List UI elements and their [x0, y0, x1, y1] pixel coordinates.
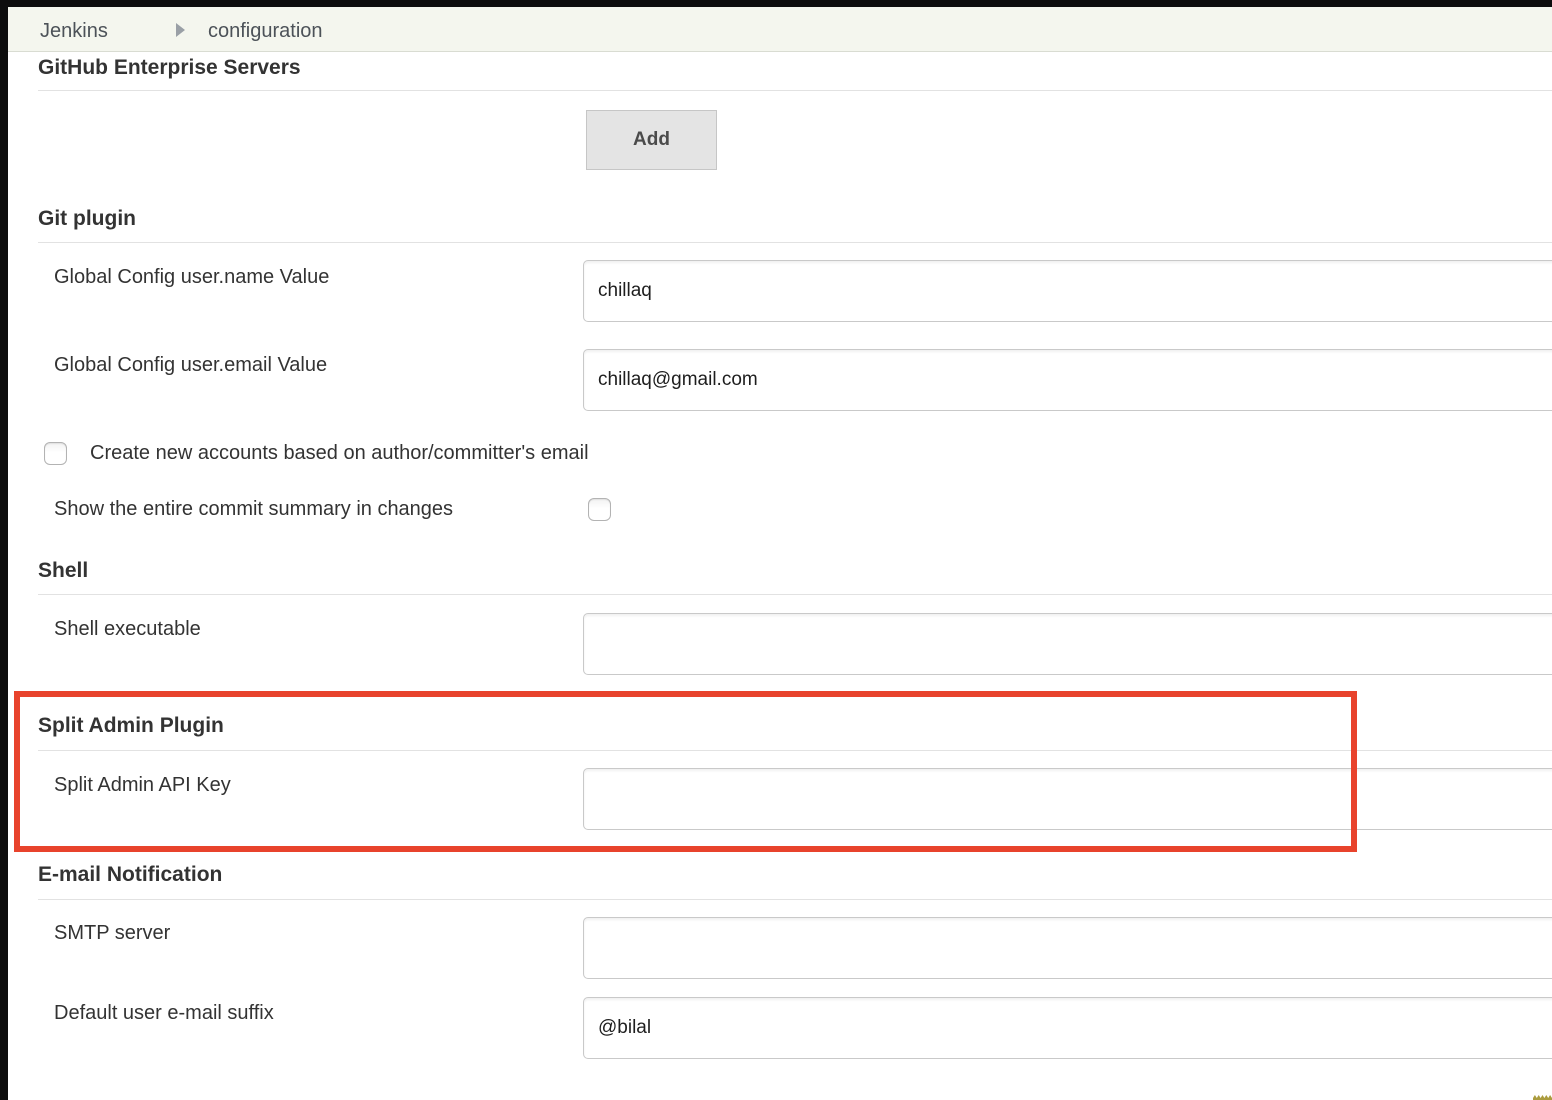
section-divider [38, 90, 1552, 91]
email-notification-title: E-mail Notification [38, 863, 222, 887]
commit-summary-checkbox[interactable] [588, 498, 611, 521]
left-frame-bar [0, 0, 8, 1100]
git-user-name-input[interactable] [583, 260, 1552, 322]
create-accounts-checkbox[interactable] [44, 442, 67, 465]
section-divider [38, 750, 1552, 751]
git-user-email-label: Global Config user.email Value [54, 354, 327, 377]
breadcrumb-item-configuration[interactable]: configuration [208, 20, 323, 43]
breadcrumb: Jenkins configuration [8, 7, 1552, 52]
smtp-server-input[interactable] [583, 917, 1552, 979]
section-divider [38, 242, 1552, 243]
split-admin-api-key-input[interactable] [583, 768, 1552, 830]
shell-executable-input[interactable] [583, 613, 1552, 675]
add-github-server-button[interactable]: Add [586, 110, 717, 170]
github-enterprise-servers-title: GitHub Enterprise Servers [38, 56, 301, 80]
commit-summary-label: Show the entire commit summary in change… [54, 498, 453, 521]
section-divider [38, 899, 1552, 900]
top-frame-bar [0, 0, 1552, 7]
git-plugin-title: Git plugin [38, 207, 136, 231]
default-email-suffix-input[interactable] [583, 997, 1552, 1059]
breadcrumb-item-jenkins[interactable]: Jenkins [40, 20, 108, 43]
split-admin-plugin-title: Split Admin Plugin [38, 714, 224, 738]
shell-executable-label: Shell executable [54, 618, 201, 641]
default-email-suffix-label: Default user e-mail suffix [54, 1002, 274, 1025]
create-accounts-label: Create new accounts based on author/comm… [90, 442, 589, 465]
git-user-email-input[interactable] [583, 349, 1552, 411]
shell-title: Shell [38, 559, 88, 583]
section-divider [38, 594, 1552, 595]
split-admin-api-key-label: Split Admin API Key [54, 774, 231, 797]
breadcrumb-chevron-icon [176, 23, 185, 37]
cutoff-element-fragment [1533, 1095, 1552, 1100]
git-user-name-label: Global Config user.name Value [54, 266, 329, 289]
jenkins-configuration-page: Jenkins configuration GitHub Enterprise … [0, 0, 1552, 1100]
smtp-server-label: SMTP server [54, 922, 170, 945]
